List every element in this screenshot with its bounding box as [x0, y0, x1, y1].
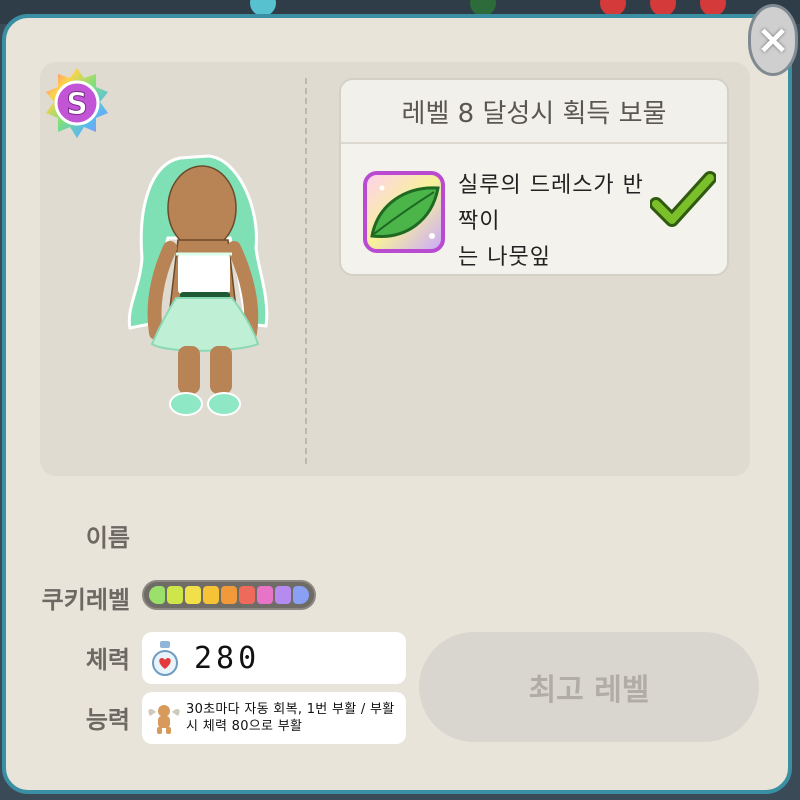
- reward-description-line: 실루의 드레스가 반짝이: [458, 173, 644, 234]
- reward-description: 실루의 드레스가 반짝이 는 나뭇잎: [458, 168, 654, 276]
- ability-label: 능력: [85, 706, 130, 734]
- cookie-level-label: 쿠키레벨: [41, 586, 130, 614]
- cookie-character-image: [127, 154, 269, 416]
- max-level-button[interactable]: 최고 레벨: [419, 632, 759, 742]
- hp-value-box: 280: [142, 632, 406, 684]
- level-segment: [167, 586, 183, 604]
- level-segment: [293, 586, 309, 604]
- grade-letter: S: [66, 87, 88, 122]
- hp-value: 280: [194, 640, 261, 676]
- name-label: 이름: [85, 524, 130, 552]
- level-segment: [221, 586, 237, 604]
- close-icon: ×: [756, 17, 790, 63]
- check-icon: [650, 171, 716, 227]
- showcase-divider: [305, 78, 307, 464]
- level-segment: [257, 586, 273, 604]
- hp-label: 체력: [85, 646, 130, 674]
- level-segment: [185, 586, 201, 604]
- level-segment: [149, 586, 165, 604]
- cookie-angel-icon: [148, 705, 180, 734]
- level-segment: [239, 586, 255, 604]
- reward-title: 레벨 8 달성시 획득 보물: [341, 80, 727, 144]
- grade-badge-icon: S: [46, 68, 108, 138]
- ability-description: 30초마다 자동 회복, 1번 부활 / 부활시 체력 80으로 부활: [186, 702, 395, 734]
- heart-potion-icon: [152, 641, 178, 676]
- ability-box: 30초마다 자동 회복, 1번 부활 / 부활시 체력 80으로 부활: [142, 692, 406, 744]
- cookie-level-bar: [142, 580, 316, 610]
- leaf-treasure-icon[interactable]: [362, 170, 446, 254]
- close-button[interactable]: ×: [748, 4, 798, 76]
- level-segment: [275, 586, 291, 604]
- level-segment: [203, 586, 219, 604]
- reward-description-line: 는 나뭇잎: [458, 245, 551, 270]
